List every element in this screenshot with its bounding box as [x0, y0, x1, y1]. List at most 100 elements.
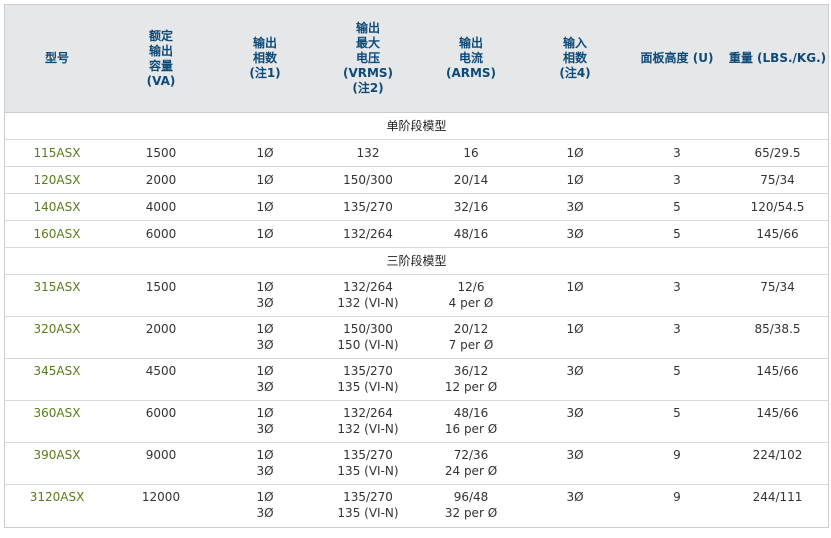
output-current-cell-line: 12/6 — [457, 280, 485, 294]
panel-height-cell: 9 — [673, 490, 681, 504]
spec-table: 型号 额定 输出 容量 (VA) 输出 相数 (注1) 输出 最大 电压 (VR… — [5, 5, 828, 527]
table-row: 320ASX 2000 1Ø 3Ø 150/300 150 (VI-N) 20/12 7 pe… — [5, 317, 828, 359]
output-phase-cell-line: 3Ø — [256, 296, 274, 310]
header-output-phase: 输出 相数 (注1) — [213, 5, 317, 113]
output-phase-cell-line: 3Ø — [256, 380, 274, 394]
rated-capacity-cell: 1500 — [145, 146, 177, 160]
output-phase-cell: 1Ø 3Ø — [213, 317, 317, 359]
output-current-cell: 20/12 7 per Ø — [419, 317, 523, 359]
panel-height-cell: 5 — [673, 200, 681, 214]
section-header-row: 三阶段模型 — [5, 248, 828, 275]
output-phase-cell: 1Ø 3Ø — [213, 359, 317, 401]
header-model: 型号 — [5, 5, 109, 113]
max-voltage-cell-line: 150 (VI-N) — [337, 338, 399, 352]
output-phase-cell: 1Ø — [213, 221, 317, 248]
model-cell: 360ASX — [33, 406, 81, 420]
max-voltage-cell: 132/264 — [317, 221, 419, 248]
input-phase-cell: 3Ø — [566, 227, 584, 241]
input-phase-cell: 3Ø — [566, 448, 584, 462]
output-current-cell-line: 20/14 — [453, 173, 489, 187]
weight-cell: 120/54.5 — [750, 200, 805, 214]
max-voltage-cell-line: 132/264 — [343, 280, 393, 294]
output-phase-cell-line: 3Ø — [256, 506, 274, 520]
rated-capacity-cell: 6000 — [145, 227, 177, 241]
max-voltage-cell: 150/300 — [317, 167, 419, 194]
header-rated-capacity: 额定 输出 容量 (VA) — [109, 5, 213, 113]
weight-cell: 75/34 — [760, 173, 795, 187]
table-row: 140ASX 4000 1Ø 135/270 32/16 3Ø 5 120/54.5 — [5, 194, 828, 221]
output-phase-cell-line: 1Ø — [256, 146, 274, 160]
output-current-cell: 16 — [419, 140, 523, 167]
max-voltage-cell-line: 150/300 — [343, 173, 393, 187]
header-panel-height: 面板高度 (U) — [627, 5, 727, 113]
panel-height-cell: 3 — [673, 322, 681, 336]
output-current-cell: 32/16 — [419, 194, 523, 221]
max-voltage-cell: 132 — [317, 140, 419, 167]
max-voltage-cell: 135/270 135 (VI-N) — [317, 443, 419, 485]
table-header-row: 型号 额定 输出 容量 (VA) 输出 相数 (注1) 输出 最大 电压 (VR… — [5, 5, 828, 113]
input-phase-cell: 1Ø — [566, 322, 584, 336]
max-voltage-cell-line: 132/264 — [343, 227, 393, 241]
rated-capacity-cell: 4500 — [145, 364, 177, 378]
spec-table-container: 型号 额定 输出 容量 (VA) 输出 相数 (注1) 输出 最大 电压 (VR… — [4, 4, 829, 528]
weight-cell: 75/34 — [760, 280, 795, 294]
model-cell: 345ASX — [33, 364, 81, 378]
output-phase-cell-line: 1Ø — [256, 322, 274, 336]
rated-capacity-cell: 2000 — [145, 173, 177, 187]
model-cell: 390ASX — [33, 448, 81, 462]
table-row: 360ASX 6000 1Ø 3Ø 132/264 132 (VI-N) 48/16 16 p… — [5, 401, 828, 443]
max-voltage-cell-line: 135/270 — [343, 448, 393, 462]
weight-cell: 85/38.5 — [754, 322, 801, 336]
output-current-cell: 36/12 12 per Ø — [419, 359, 523, 401]
output-current-cell-line: 16 per Ø — [444, 422, 498, 436]
header-output-current: 输出 电流 (ARMS) — [419, 5, 523, 113]
input-phase-cell: 1Ø — [566, 173, 584, 187]
max-voltage-cell-line: 135/270 — [343, 490, 393, 504]
output-current-cell-line: 32 per Ø — [444, 506, 498, 520]
model-cell: 320ASX — [33, 322, 81, 336]
output-current-cell-line: 48/16 — [453, 227, 489, 241]
max-voltage-cell: 135/270 — [317, 194, 419, 221]
table-row: 390ASX 9000 1Ø 3Ø 135/270 135 (VI-N) 72/36 24 p… — [5, 443, 828, 485]
panel-height-cell: 3 — [673, 173, 681, 187]
output-current-cell-line: 4 per Ø — [448, 296, 494, 310]
input-phase-cell: 1Ø — [566, 280, 584, 294]
model-cell: 3120ASX — [29, 490, 85, 504]
panel-height-cell: 5 — [673, 227, 681, 241]
input-phase-cell: 1Ø — [566, 146, 584, 160]
max-voltage-cell-line: 132 (VI-N) — [337, 422, 399, 436]
output-phase-cell-line: 3Ø — [256, 338, 274, 352]
rated-capacity-cell: 4000 — [145, 200, 177, 214]
rated-capacity-cell: 6000 — [145, 406, 177, 420]
max-voltage-cell-line: 135 (VI-N) — [337, 380, 399, 394]
output-current-cell-line: 72/36 — [453, 448, 489, 462]
output-phase-cell: 1Ø — [213, 194, 317, 221]
table-row: 120ASX 2000 1Ø 150/300 20/14 1Ø 3 75/34 — [5, 167, 828, 194]
weight-cell: 65/29.5 — [754, 146, 801, 160]
output-phase-cell-line: 1Ø — [256, 227, 274, 241]
max-voltage-cell-line: 135 (VI-N) — [337, 506, 399, 520]
output-current-cell-line: 48/16 — [453, 406, 489, 420]
rated-capacity-cell: 12000 — [141, 490, 181, 504]
output-phase-cell-line: 3Ø — [256, 422, 274, 436]
output-phase-cell: 1Ø 3Ø — [213, 485, 317, 527]
rated-capacity-cell: 2000 — [145, 322, 177, 336]
output-phase-cell: 1Ø 3Ø — [213, 443, 317, 485]
table-row: 160ASX 6000 1Ø 132/264 48/16 3Ø 5 145/66 — [5, 221, 828, 248]
model-cell: 140ASX — [33, 200, 81, 214]
table-row: 315ASX 1500 1Ø 3Ø 132/264 132 (VI-N) 12/6 4 per… — [5, 275, 828, 317]
output-phase-cell-line: 1Ø — [256, 406, 274, 420]
output-phase-cell-line: 1Ø — [256, 448, 274, 462]
header-max-voltage: 输出 最大 电压 (VRMS) (注2) — [317, 5, 419, 113]
input-phase-cell: 3Ø — [566, 490, 584, 504]
output-phase-cell: 1Ø — [213, 167, 317, 194]
model-cell: 115ASX — [33, 146, 81, 160]
input-phase-cell: 3Ø — [566, 406, 584, 420]
weight-cell: 145/66 — [756, 227, 799, 241]
rated-capacity-cell: 1500 — [145, 280, 177, 294]
header-input-phase: 输入 相数 (注4) — [523, 5, 627, 113]
output-current-cell: 72/36 24 per Ø — [419, 443, 523, 485]
weight-cell: 145/66 — [756, 364, 799, 378]
output-phase-cell-line: 3Ø — [256, 464, 274, 478]
section-title: 单阶段模型 — [386, 119, 447, 133]
